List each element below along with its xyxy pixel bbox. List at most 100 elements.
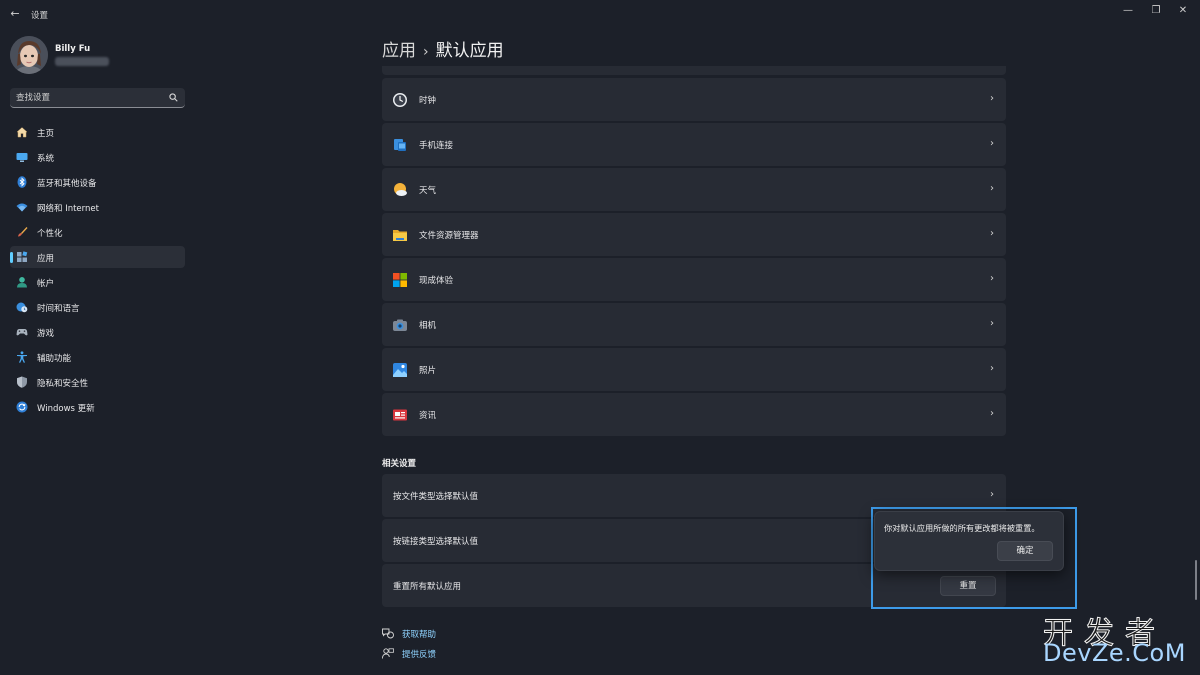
phone-link-icon <box>394 139 406 151</box>
chevron-right-icon: › <box>990 489 994 500</box>
list-item-weather[interactable]: 天气 › <box>382 168 1006 211</box>
search-input[interactable] <box>16 91 164 105</box>
scrollbar[interactable] <box>1195 560 1197 600</box>
breadcrumb-separator-icon: › <box>423 44 429 60</box>
list-item-label: 照片 <box>419 366 437 376</box>
list-item-file-explorer[interactable]: 文件资源管理器 › <box>382 213 1006 256</box>
sidebar-item-home[interactable]: 主页 <box>10 121 185 143</box>
sidebar-item-system[interactable]: 系统 <box>10 146 185 168</box>
sidebar-nav: 主页 系统 蓝牙和其他设备 网络和 Internet 个性化 应用 帐户 时间和… <box>10 121 185 421</box>
photos-icon <box>393 363 407 377</box>
sidebar-item-time-language[interactable]: 时间和语言 <box>10 296 185 318</box>
update-icon <box>16 401 28 413</box>
feedback-icon <box>382 648 394 659</box>
sidebar-item-privacy[interactable]: 隐私和安全性 <box>10 371 185 393</box>
news-icon <box>393 409 407 421</box>
chevron-right-icon: › <box>990 363 994 374</box>
apps-icon <box>17 251 28 262</box>
person-icon <box>17 277 27 288</box>
confirm-button[interactable]: 确定 <box>997 541 1053 561</box>
watermark: 开发者 DevZe.CoM <box>1043 608 1193 670</box>
get-help-label: 获取帮助 <box>402 630 437 640</box>
sidebar-item-bluetooth[interactable]: 蓝牙和其他设备 <box>10 171 185 193</box>
close-icon[interactable]: ✕ <box>1172 4 1194 18</box>
sidebar-item-accessibility[interactable]: 辅助功能 <box>10 346 185 368</box>
sidebar-item-label: Windows 更新 <box>37 404 95 414</box>
list-item-label: 时钟 <box>419 96 437 106</box>
sidebar-item-personalization[interactable]: 个性化 <box>10 221 185 243</box>
sidebar-item-label: 网络和 Internet <box>37 204 99 214</box>
sidebar-item-label: 应用 <box>37 254 55 264</box>
watermark-line2: DevZe.CoM <box>1043 639 1186 667</box>
search-icon[interactable] <box>169 93 178 102</box>
list-item-label: 文件资源管理器 <box>419 231 479 241</box>
sidebar-item-network[interactable]: 网络和 Internet <box>10 196 185 218</box>
sidebar-item-label: 游戏 <box>37 329 55 339</box>
list-item-label: 手机连接 <box>419 141 454 151</box>
accessibility-icon <box>17 351 27 363</box>
related-settings-heading: 相关设置 <box>382 459 417 469</box>
list-item-label: 按链接类型选择默认值 <box>393 537 479 547</box>
clock-icon <box>393 93 407 107</box>
bluetooth-icon <box>17 176 27 188</box>
brush-icon <box>18 227 28 237</box>
list-item-label: 相机 <box>419 321 437 331</box>
list-item-camera[interactable]: 相机 › <box>382 303 1006 346</box>
list-item-phone-link[interactable]: 手机连接 › <box>382 123 1006 166</box>
weather-icon <box>394 183 407 196</box>
list-item-label: 现成体验 <box>419 276 454 286</box>
list-item-news[interactable]: 资讯 › <box>382 393 1006 436</box>
chevron-right-icon: › <box>990 318 994 329</box>
sidebar-item-label: 蓝牙和其他设备 <box>37 179 97 189</box>
list-item-clock[interactable]: 时钟 › <box>382 78 1006 121</box>
chevron-right-icon: › <box>990 228 994 239</box>
breadcrumb: 应用 › 默认应用 <box>382 36 504 61</box>
flyout-message: 你对默认应用所做的所有更改都将被重置。 <box>884 523 1040 533</box>
sidebar-item-windows-update[interactable]: Windows 更新 <box>10 396 185 418</box>
list-item-label: 天气 <box>419 186 437 196</box>
gamepad-icon <box>16 329 28 336</box>
sidebar-item-label: 个性化 <box>37 229 63 239</box>
sidebar-item-label: 主页 <box>37 129 55 139</box>
sidebar-item-accounts[interactable]: 帐户 <box>10 271 185 293</box>
sidebar-item-label: 时间和语言 <box>37 304 80 314</box>
chevron-right-icon: › <box>990 183 994 194</box>
microsoft-logo-icon <box>393 273 407 287</box>
avatar[interactable] <box>10 36 48 74</box>
help-chat-icon <box>382 628 394 639</box>
default-apps-list: 时钟 › 手机连接 › 天气 › 文件资源管理器 › 现成体验 › 相机 › 照… <box>382 78 1006 438</box>
chevron-right-icon: › <box>990 273 994 284</box>
globe-clock-icon <box>16 302 28 313</box>
camera-icon <box>393 319 407 331</box>
app-title: 设置 <box>31 11 49 21</box>
sidebar-item-label: 辅助功能 <box>37 354 72 364</box>
user-email-redacted <box>55 57 109 66</box>
back-arrow-icon[interactable]: ← <box>8 7 22 21</box>
sidebar-item-label: 隐私和安全性 <box>37 379 89 389</box>
minimize-icon[interactable]: — <box>1117 4 1139 18</box>
chevron-right-icon: › <box>990 138 994 149</box>
monitor-icon <box>16 153 28 162</box>
list-item-photos[interactable]: 照片 › <box>382 348 1006 391</box>
chevron-right-icon: › <box>990 408 994 419</box>
home-icon <box>16 127 28 138</box>
wifi-icon <box>16 203 28 212</box>
list-item-label: 重置所有默认应用 <box>393 582 462 592</box>
folder-icon <box>393 230 407 241</box>
sidebar-item-gaming[interactable]: 游戏 <box>10 321 185 343</box>
title-bar: ← 设置 — ❐ ✕ <box>0 0 1200 28</box>
list-item-label: 按文件类型选择默认值 <box>393 492 479 502</box>
sidebar-item-label: 帐户 <box>37 279 55 289</box>
chevron-right-icon: › <box>990 93 994 104</box>
shield-icon <box>17 376 27 388</box>
user-name: Billy Fu <box>55 44 91 54</box>
reset-confirmation-flyout: 你对默认应用所做的所有更改都将被重置。 确定 <box>874 511 1064 571</box>
breadcrumb-parent[interactable]: 应用 <box>382 41 416 61</box>
sidebar-item-label: 系统 <box>37 154 55 164</box>
list-item-label: 资讯 <box>419 411 437 421</box>
maximize-icon[interactable]: ❐ <box>1145 4 1167 18</box>
search-box[interactable] <box>10 88 185 108</box>
give-feedback-label: 提供反馈 <box>402 650 437 660</box>
sidebar-item-apps[interactable]: 应用 <box>10 246 185 268</box>
list-item-out-of-box-experience[interactable]: 现成体验 › <box>382 258 1006 301</box>
